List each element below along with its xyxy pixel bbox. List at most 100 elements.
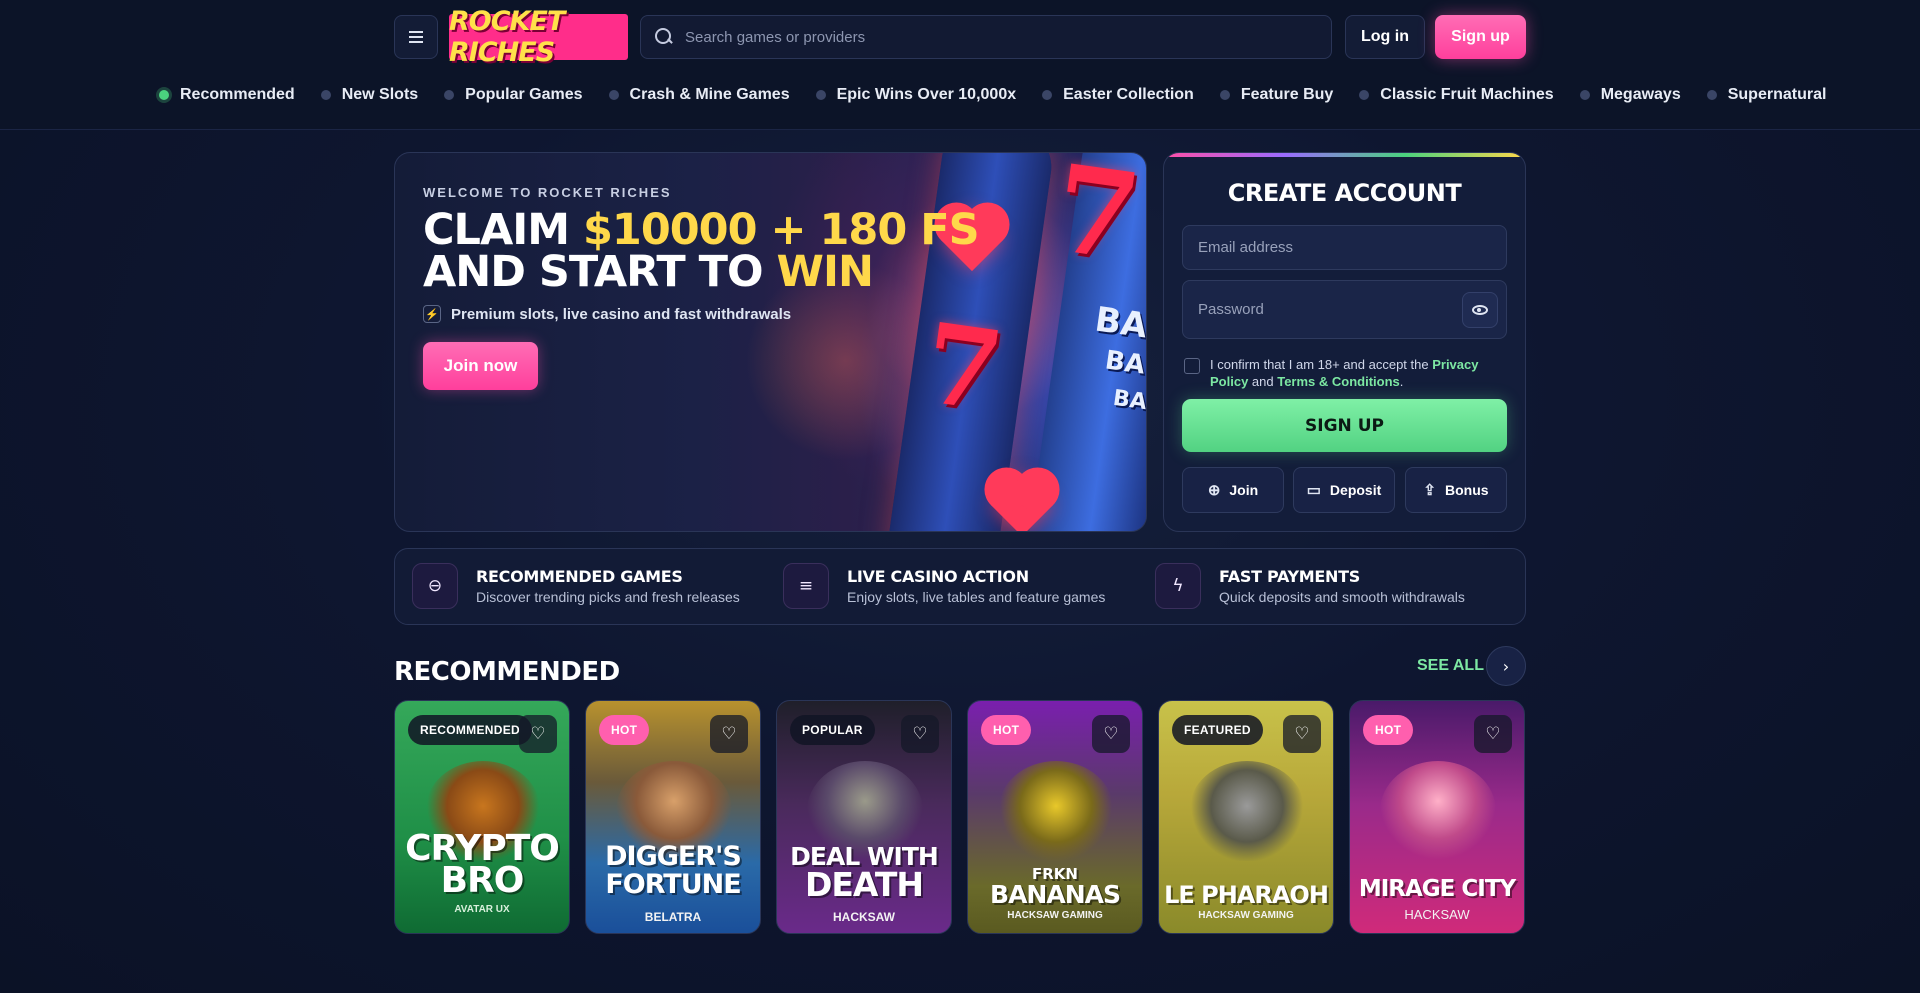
dot-icon xyxy=(1579,90,1590,100)
logo[interactable]: ROCKET RICHES xyxy=(449,6,628,68)
signup-submit-button[interactable]: SIGN UP xyxy=(1182,399,1507,452)
see-all-link[interactable]: SEE ALL xyxy=(1417,657,1484,675)
category-label: Epic Wins Over 10,000x xyxy=(836,86,1017,103)
category-supernatural[interactable]: Supernatural xyxy=(1706,86,1826,104)
dot-icon xyxy=(815,90,826,100)
bar-symbol-icon: BA xyxy=(1092,299,1147,347)
category-feature-buy[interactable]: Feature Buy xyxy=(1219,86,1333,104)
dot-icon xyxy=(608,90,619,100)
favorite-heart-icon[interactable]: ♡ xyxy=(1283,715,1321,753)
game-artwork xyxy=(1380,761,1496,861)
game-title: LE PHARAOH xyxy=(1164,881,1329,909)
category-label: Recommended xyxy=(180,86,295,103)
dot-icon xyxy=(1042,90,1053,100)
hamburger-menu-button[interactable] xyxy=(394,15,438,59)
category-label: Classic Fruit Machines xyxy=(1380,86,1554,103)
consent-prefix: I confirm that I am 18+ and accept the xyxy=(1210,357,1433,372)
category-new-slots[interactable]: New Slots xyxy=(320,86,418,104)
feature-recommended-games: ⊖ RECOMMENDED GAMES Discover trending pic… xyxy=(412,563,740,609)
search-icon xyxy=(655,28,673,46)
feature-subtitle: Quick deposits and smooth withdrawals xyxy=(1219,589,1465,605)
game-title: MIRAGE CITY xyxy=(1358,876,1516,902)
signup-button[interactable]: Sign up xyxy=(1435,15,1526,59)
game-card[interactable]: HOT ♡ DIGGER'S FORTUNE BELATRA xyxy=(585,700,761,934)
create-account-panel: CREATE ACCOUNT I confirm that I am 18+ a… xyxy=(1163,152,1526,532)
category-crash-mine-games[interactable]: Crash & Mine Games xyxy=(608,86,790,104)
category-label: Megaways xyxy=(1600,86,1681,103)
game-badge: POPULAR xyxy=(790,715,875,745)
game-provider: HACKSAW xyxy=(1404,907,1470,922)
game-badge: RECOMMENDED xyxy=(408,715,532,745)
feature-fast-payments: ϟ FAST PAYMENTS Quick deposits and smooth… xyxy=(1155,563,1465,609)
email-field[interactable] xyxy=(1182,225,1507,270)
bar-symbol-icon: BA xyxy=(1111,385,1147,416)
category-classic-fruit-machines[interactable]: Classic Fruit Machines xyxy=(1359,86,1554,104)
see-all-arrow-button[interactable]: › xyxy=(1486,646,1526,686)
feature-title: LIVE CASINO ACTION xyxy=(847,567,1029,586)
search-bar[interactable] xyxy=(640,15,1332,59)
game-card[interactable]: RECOMMENDED ♡ CRYPTO BRO AVATAR UX xyxy=(394,700,570,934)
hero-title-highlight: WIN xyxy=(776,247,874,297)
bolt-icon: ϟ xyxy=(1155,563,1201,609)
favorite-heart-icon[interactable]: ♡ xyxy=(1092,715,1130,753)
password-input[interactable] xyxy=(1183,281,1506,338)
game-provider: HACKSAW GAMING xyxy=(1007,910,1103,921)
game-provider: AVATAR UX xyxy=(454,904,510,915)
consent-suffix: . xyxy=(1399,374,1404,389)
favorite-heart-icon[interactable]: ♡ xyxy=(519,715,557,753)
game-badge: HOT xyxy=(981,715,1032,745)
game-artwork xyxy=(998,761,1114,861)
login-button[interactable]: Log in xyxy=(1345,15,1425,59)
hero-subtitle-text: Premium slots, live casino and fast with… xyxy=(451,305,792,323)
favorite-heart-icon[interactable]: ♡ xyxy=(1474,715,1512,753)
terms-conditions-link[interactable]: Terms & Conditions xyxy=(1277,374,1400,389)
favorite-heart-icon[interactable]: ♡ xyxy=(901,715,939,753)
consent-checkbox[interactable] xyxy=(1184,358,1200,374)
game-card[interactable]: HOT ♡ MIRAGE CITY HACKSAW xyxy=(1349,700,1525,934)
eye-icon xyxy=(1472,305,1488,315)
dot-icon xyxy=(444,90,455,100)
password-field[interactable] xyxy=(1182,280,1507,339)
category-recommended[interactable]: Recommended xyxy=(159,86,295,104)
game-badge: HOT xyxy=(599,715,650,745)
category-epic-wins[interactable]: Epic Wins Over 10,000x xyxy=(815,86,1017,104)
join-quick-button[interactable]: ⊕ Join xyxy=(1182,467,1284,513)
feature-subtitle: Discover trending picks and fresh releas… xyxy=(476,589,740,605)
share-icon: ⇪ xyxy=(1423,482,1436,499)
join-now-button[interactable]: Join now xyxy=(423,342,538,390)
hero-title: CLAIM $10000 + 180 FS AND START TO WIN xyxy=(423,209,980,294)
game-provider: HACKSAW GAMING xyxy=(1198,910,1294,921)
favorite-heart-icon[interactable]: ♡ xyxy=(710,715,748,753)
category-easter-collection[interactable]: Easter Collection xyxy=(1042,86,1194,104)
active-dot-icon xyxy=(159,90,169,100)
section-title: RECOMMENDED xyxy=(394,657,620,687)
game-provider: HACKSAW xyxy=(833,910,895,924)
search-input[interactable] xyxy=(685,28,1285,46)
category-label: Easter Collection xyxy=(1063,86,1194,103)
game-card[interactable]: POPULAR ♡ DEAL WITH DEATH HACKSAW xyxy=(776,700,952,934)
deposit-quick-button[interactable]: ▭ Deposit xyxy=(1293,467,1395,513)
game-title: DEATH xyxy=(804,865,924,904)
game-card[interactable]: FEATURED ♡ LE PHARAOH HACKSAW GAMING xyxy=(1158,700,1334,934)
show-password-button[interactable] xyxy=(1462,292,1498,328)
game-title: BANANAS xyxy=(990,880,1121,909)
plus-circle-icon: ⊕ xyxy=(1207,482,1221,499)
game-badge: HOT xyxy=(1363,715,1414,745)
game-title: FORTUNE xyxy=(605,869,741,900)
feature-title: RECOMMENDED GAMES xyxy=(476,567,683,586)
category-megaways[interactable]: Megaways xyxy=(1579,86,1681,104)
category-nav: Recommended New Slots Popular Games Cras… xyxy=(159,86,1852,104)
top-bar: ROCKET RICHES Log in Sign up Recommended… xyxy=(0,0,1920,130)
minus-circle-icon: ⊖ xyxy=(412,563,458,609)
dot-icon xyxy=(1219,90,1230,100)
bonus-quick-button[interactable]: ⇪ Bonus xyxy=(1405,467,1507,513)
feature-subtitle: Enjoy slots, live tables and feature gam… xyxy=(847,589,1106,605)
game-card[interactable]: HOT ♡ FRKN BANANAS HACKSAW GAMING xyxy=(967,700,1143,934)
category-popular-games[interactable]: Popular Games xyxy=(444,86,583,104)
quick-action-label: Bonus xyxy=(1445,482,1489,498)
email-input[interactable] xyxy=(1183,226,1506,269)
dot-icon xyxy=(320,90,331,100)
hero-kicker: WELCOME TO ROCKET RICHES xyxy=(423,185,672,200)
quick-action-label: Join xyxy=(1229,482,1259,498)
hero-subtitle: ⚡ Premium slots, live casino and fast wi… xyxy=(423,305,791,323)
